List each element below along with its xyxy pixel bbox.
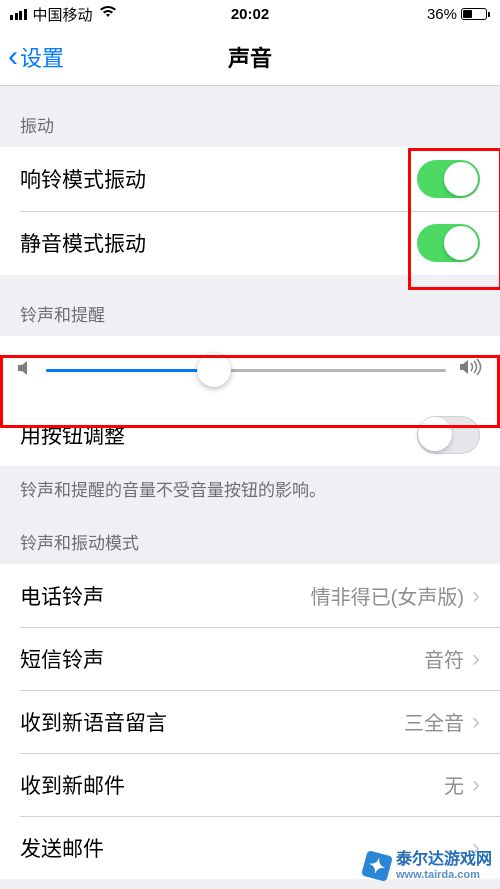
text-tone-value: 音符 bbox=[424, 644, 464, 673]
section-header-volume: 铃声和提醒 bbox=[0, 275, 500, 336]
cell-voicemail[interactable]: 收到新语音留言 三全音 › bbox=[0, 690, 500, 753]
status-bar: 中国移动 20:02 36% bbox=[0, 0, 500, 28]
ring-vibrate-toggle[interactable] bbox=[417, 160, 480, 198]
new-mail-label: 收到新邮件 bbox=[20, 770, 444, 800]
watermark-logo-icon: ✦ bbox=[361, 850, 393, 882]
chevron-right-icon: › bbox=[472, 645, 480, 673]
cell-text-tone[interactable]: 短信铃声 音符 › bbox=[0, 627, 500, 690]
signal-icon bbox=[10, 9, 27, 20]
chevron-right-icon: › bbox=[472, 582, 480, 610]
chevron-right-icon: › bbox=[472, 771, 480, 799]
cell-new-mail[interactable]: 收到新邮件 无 › bbox=[0, 753, 500, 816]
voicemail-value: 三全音 bbox=[404, 707, 464, 736]
voicemail-label: 收到新语音留言 bbox=[20, 707, 404, 737]
speaker-low-icon bbox=[18, 359, 32, 382]
silent-vibrate-toggle[interactable] bbox=[417, 224, 480, 262]
ringtone-label: 电话铃声 bbox=[20, 581, 311, 611]
volume-slider[interactable] bbox=[46, 369, 446, 372]
wifi-icon bbox=[99, 5, 117, 23]
adjust-buttons-toggle[interactable] bbox=[417, 416, 480, 454]
new-mail-value: 无 bbox=[444, 770, 464, 799]
nav-bar: ‹ 设置 声音 bbox=[0, 28, 500, 86]
watermark: ✦ 泰尔达游戏网 www.tairda.com bbox=[364, 851, 492, 881]
status-right: 36% bbox=[427, 6, 490, 23]
ring-vibrate-label: 响铃模式振动 bbox=[20, 164, 417, 194]
slider-thumb[interactable] bbox=[197, 353, 231, 387]
chevron-left-icon: ‹ bbox=[8, 42, 18, 72]
back-label: 设置 bbox=[20, 41, 64, 73]
volume-footer: 铃声和提醒的音量不受音量按钮的影响。 bbox=[0, 466, 500, 511]
section-header-vibrate: 振动 bbox=[0, 86, 500, 147]
page-title: 声音 bbox=[228, 41, 272, 73]
text-tone-label: 短信铃声 bbox=[20, 644, 424, 674]
section-header-patterns: 铃声和振动模式 bbox=[0, 511, 500, 564]
watermark-text: 泰尔达游戏网 bbox=[396, 851, 492, 869]
carrier-label: 中国移动 bbox=[33, 4, 93, 25]
status-time: 20:02 bbox=[231, 6, 269, 23]
cell-adjust-buttons[interactable]: 用按钮调整 bbox=[0, 404, 500, 466]
silent-vibrate-label: 静音模式振动 bbox=[20, 228, 417, 258]
ringtone-value: 情非得已(女声版) bbox=[311, 581, 464, 610]
adjust-buttons-label: 用按钮调整 bbox=[20, 420, 417, 450]
cell-silent-vibrate[interactable]: 静音模式振动 bbox=[0, 211, 500, 275]
battery-icon bbox=[461, 8, 490, 20]
status-left: 中国移动 bbox=[10, 4, 117, 25]
volume-slider-cell bbox=[0, 336, 500, 404]
chevron-right-icon: › bbox=[472, 708, 480, 736]
back-button[interactable]: ‹ 设置 bbox=[8, 41, 64, 73]
cell-ring-vibrate[interactable]: 响铃模式振动 bbox=[0, 147, 500, 211]
battery-percent: 36% bbox=[427, 6, 457, 23]
watermark-url: www.tairda.com bbox=[396, 869, 492, 881]
cell-ringtone[interactable]: 电话铃声 情非得已(女声版) › bbox=[0, 564, 500, 627]
speaker-high-icon bbox=[460, 358, 482, 382]
